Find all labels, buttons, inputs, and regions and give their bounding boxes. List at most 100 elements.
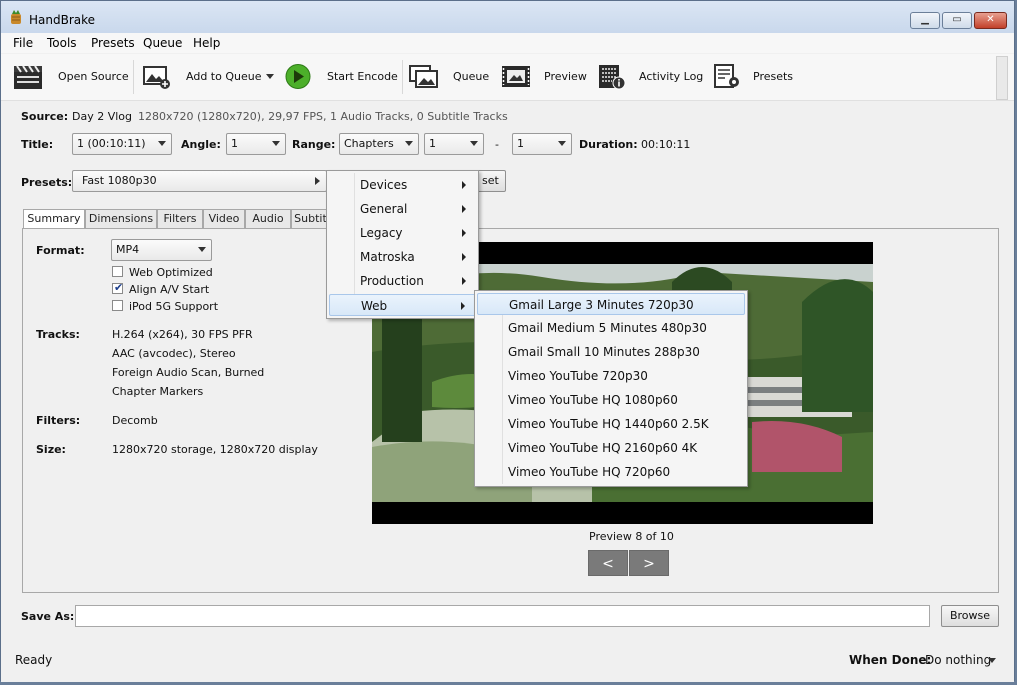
preset-item[interactable]: Vimeo YouTube HQ 2160p60 4K	[477, 437, 745, 459]
menu-tools[interactable]: Tools	[47, 36, 77, 50]
menu-item-devices[interactable]: Devices	[329, 174, 476, 196]
clapperboard-icon	[14, 65, 42, 89]
toolbar-overflow-scrollbar[interactable]	[996, 56, 1008, 100]
range-label: Range:	[292, 138, 336, 151]
menu-item-general[interactable]: General	[329, 198, 476, 220]
preset-item[interactable]: Vimeo YouTube HQ 1440p60 2.5K	[477, 413, 745, 435]
menu-item-label: Web	[361, 299, 388, 313]
angle-select[interactable]: 1	[226, 133, 286, 155]
ipod-5g-checkbox[interactable]	[112, 300, 123, 311]
chevron-down-icon	[158, 141, 166, 146]
range-mode-select[interactable]: Chapters	[339, 133, 419, 155]
start-encode-label: Start Encode	[327, 70, 398, 83]
preview-label: Preview	[544, 70, 587, 83]
minimize-button[interactable]: ▁	[910, 12, 940, 29]
save-new-preset-label: set	[482, 174, 499, 187]
title-select[interactable]: 1 (00:10:11)	[72, 133, 172, 155]
minimize-icon: ▁	[921, 14, 929, 25]
align-av-start-label: Align A/V Start	[129, 283, 210, 296]
tab-dimensions[interactable]: Dimensions	[85, 209, 157, 228]
preset-item[interactable]: Vimeo YouTube HQ 1080p60	[477, 389, 745, 411]
preset-item-label: Vimeo YouTube HQ 720p60	[508, 465, 671, 479]
chevron-down-icon	[470, 141, 478, 146]
toolbar-separator	[402, 60, 403, 94]
preset-item-label: Vimeo YouTube HQ 2160p60 4K	[508, 441, 698, 455]
start-encode-button[interactable]: Start Encode	[283, 54, 398, 100]
range-end-value: 1	[517, 137, 524, 150]
activity-log-button[interactable]: Activity Log	[597, 54, 705, 100]
open-source-button[interactable]: Open Source	[11, 54, 129, 100]
toolbar: Open Source Add to Queue Start Encode Qu…	[1, 54, 1014, 101]
menu-queue[interactable]: Queue	[143, 36, 182, 50]
when-done-dropdown-icon[interactable]	[988, 658, 996, 663]
window-title: HandBrake	[29, 13, 96, 27]
menu-presets[interactable]: Presets	[91, 36, 135, 50]
queue-button[interactable]: Queue	[407, 54, 492, 100]
save-as-input[interactable]	[75, 605, 930, 627]
menu-item-label: Production	[360, 274, 424, 288]
status-text: Ready	[15, 653, 53, 667]
menu-help[interactable]: Help	[193, 36, 220, 50]
previous-preview-button[interactable]: <	[588, 550, 628, 576]
preset-item[interactable]: Gmail Medium 5 Minutes 480p30	[477, 317, 745, 339]
browse-button[interactable]: Browse	[941, 605, 999, 627]
align-av-start-checkbox[interactable]: ✔	[112, 281, 123, 294]
chevron-down-icon	[405, 141, 413, 146]
chevron-down-icon	[558, 141, 566, 146]
tab-filters[interactable]: Filters	[157, 209, 203, 228]
when-done-label: When Done:	[849, 653, 932, 667]
preset-item-label: Vimeo YouTube HQ 1080p60	[508, 393, 678, 407]
title-bar: HandBrake ▁ ▭ ✕	[1, 1, 1014, 33]
menu-item-matroska[interactable]: Matroska	[329, 246, 476, 268]
filters-value: Decomb	[112, 414, 158, 427]
preset-item[interactable]: Gmail Small 10 Minutes 288p30	[477, 341, 745, 363]
queue-label: Queue	[453, 70, 490, 83]
menu-item-label: General	[360, 202, 408, 216]
next-preview-button[interactable]: >	[629, 550, 669, 576]
presets-select-value: Fast 1080p30	[82, 174, 157, 187]
play-icon	[285, 64, 311, 89]
activity-log-label: Activity Log	[639, 70, 704, 83]
tab-summary[interactable]: Summary	[23, 209, 85, 230]
range-start-value: 1	[429, 137, 436, 150]
close-button[interactable]: ✕	[974, 12, 1007, 29]
range-start-select[interactable]: 1	[424, 133, 484, 155]
activity-log-icon	[599, 65, 626, 90]
maximize-button[interactable]: ▭	[942, 12, 972, 29]
track-item: AAC (avcodec), Stereo	[112, 347, 236, 360]
menu-file[interactable]: File	[13, 36, 33, 50]
add-to-queue-label: Add to Queue	[186, 70, 262, 83]
track-item: Chapter Markers	[112, 385, 204, 398]
duration-value: 00:10:11	[641, 138, 691, 151]
add-to-queue-dropdown-icon[interactable]	[266, 74, 274, 79]
chevron-right-icon	[462, 277, 466, 285]
presets-select[interactable]: Fast 1080p30	[72, 170, 327, 192]
title-label: Title:	[21, 138, 54, 151]
format-select[interactable]: MP4	[111, 239, 212, 261]
range-end-select[interactable]: 1	[512, 133, 572, 155]
tab-video[interactable]: Video	[203, 209, 245, 228]
status-bar: Ready When Done: Do nothing	[1, 647, 1014, 682]
size-label: Size:	[36, 443, 66, 456]
handbrake-pineapple-icon	[11, 10, 21, 24]
menu-item-web[interactable]: Web	[329, 294, 476, 316]
preset-item[interactable]: Vimeo YouTube 720p30	[477, 365, 745, 387]
menu-item-production[interactable]: Production	[329, 270, 476, 292]
menu-item-legacy[interactable]: Legacy	[329, 222, 476, 244]
presets-button[interactable]: Presets	[713, 54, 798, 100]
preview-button[interactable]: Preview	[499, 54, 589, 100]
web-optimized-checkbox[interactable]	[112, 266, 123, 277]
chevron-right-icon	[462, 181, 466, 189]
preset-item[interactable]: Gmail Large 3 Minutes 720p30	[477, 293, 745, 315]
add-picture-icon	[143, 66, 170, 89]
tab-audio[interactable]: Audio	[245, 209, 291, 228]
menu-bar: File Tools Presets Queue Help	[1, 33, 1014, 53]
source-label: Source:	[21, 110, 69, 123]
queue-pictures-icon	[409, 65, 438, 88]
when-done-select[interactable]: Do nothing	[925, 653, 991, 667]
filters-label: Filters:	[36, 414, 81, 427]
track-item: Foreign Audio Scan, Burned	[112, 366, 265, 379]
preset-item[interactable]: Vimeo YouTube HQ 720p60	[477, 461, 745, 483]
add-to-queue-button[interactable]: Add to Queue	[141, 54, 276, 100]
chevron-right-icon	[315, 177, 320, 185]
